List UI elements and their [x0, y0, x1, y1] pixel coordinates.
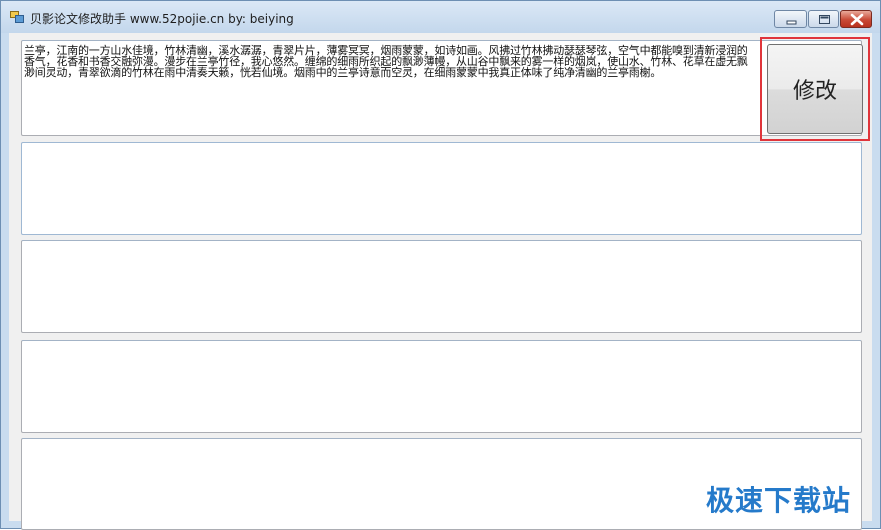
output-textbox-3[interactable]: [21, 340, 862, 433]
close-button[interactable]: [840, 10, 872, 28]
close-icon: [850, 13, 864, 26]
window-title: 贝影论文修改助手 www.52pojie.cn by: beiying: [30, 12, 294, 26]
output-textbox-2[interactable]: [21, 240, 862, 333]
modify-button-highlight: 修改: [760, 37, 870, 141]
input-text[interactable]: 兰亭，江南的一方山水佳境，竹林清幽，溪水潺潺，青翠片片，薄雾冥冥，烟雨蒙蒙，如诗…: [24, 45, 757, 78]
app-window: 贝影论文修改助手 www.52pojie.cn by: beiying 兰亭，江…: [0, 0, 881, 530]
modify-button[interactable]: 修改: [767, 44, 863, 134]
site-watermark: 极速下载站: [706, 484, 852, 517]
app-window-icon: [10, 11, 24, 23]
minimize-button[interactable]: [774, 10, 807, 28]
output-textbox-1[interactable]: [21, 142, 862, 235]
input-textbox[interactable]: 兰亭，江南的一方山水佳境，竹林清幽，溪水潺潺，青翠片片，薄雾冥冥，烟雨蒙蒙，如诗…: [21, 40, 862, 136]
title-bar[interactable]: 贝影论文修改助手 www.52pojie.cn by: beiying: [1, 1, 880, 33]
maximize-icon: [819, 15, 830, 24]
maximize-button[interactable]: [808, 10, 839, 28]
client-area: 兰亭，江南的一方山水佳境，竹林清幽，溪水潺潺，青翠片片，薄雾冥冥，烟雨蒙蒙，如诗…: [9, 33, 872, 530]
minimize-icon: [786, 20, 797, 25]
